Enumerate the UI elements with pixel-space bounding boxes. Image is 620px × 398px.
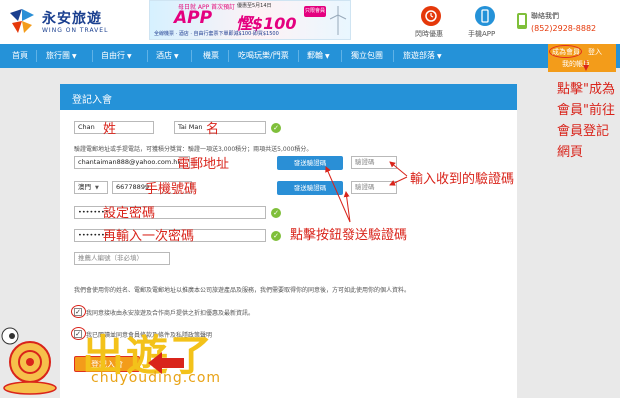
pointer-arrow-icon (148, 352, 184, 374)
mascot-icon (1, 327, 57, 395)
